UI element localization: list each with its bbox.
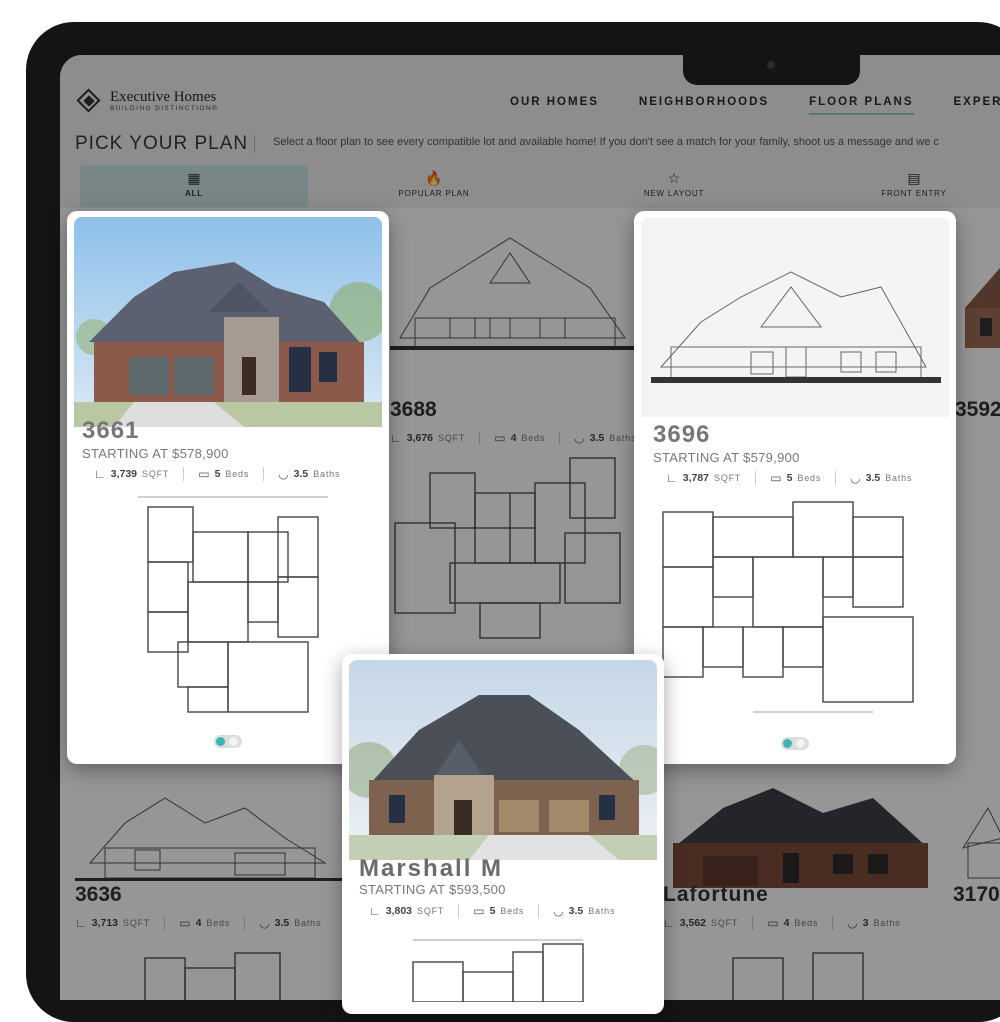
starting-price: STARTING AT $578,900 [82,446,229,461]
featured-card-3661[interactable]: 3661 STARTING AT $578,900 ∟3,739SQFT ▭5B… [67,211,389,764]
sqft-value: 3,803 [386,905,412,917]
plan-name: Marshall M [359,855,503,883]
plan-stats: ∟ 3,739 SQFT ▭ 5 Beds ◡ 3.5 Baths [94,467,340,481]
bath-icon: ◡ [553,904,563,918]
card-inner: 3661 STARTING AT $578,900 ∟3,739SQFT ▭5B… [74,217,382,754]
baths-value: 3.5 [294,468,309,480]
ruler-icon: ∟ [666,471,678,485]
baths-value: 3.5 [866,472,881,484]
sqft-unit: SQFT [714,473,741,483]
floor-plan-drawing [78,492,378,717]
sqft-unit: SQFT [142,469,169,479]
sqft-unit: SQFT [417,906,444,916]
house-sketch [641,217,949,417]
beds-unit: Beds [500,906,524,916]
bed-icon: ▭ [198,467,209,481]
card-inner: 3696 STARTING AT $579,900 ∟3,787SQFT ▭5B… [641,217,949,754]
sqft-value: 3,787 [683,472,709,484]
house-rendering [74,217,382,427]
ruler-icon: ∟ [369,904,381,918]
bath-icon: ◡ [850,471,860,485]
starting-price: STARTING AT $579,900 [653,450,800,465]
plan-name: 3696 [653,421,710,449]
plan-name: 3661 [82,417,139,445]
beds-value: 5 [215,468,221,480]
floor-plan-drawing [643,497,943,717]
camera-notch [683,55,860,85]
floor-plan-drawing [353,932,653,1002]
featured-card-3696[interactable]: 3696 STARTING AT $579,900 ∟3,787SQFT ▭5B… [634,211,956,764]
ruler-icon: ∟ [94,467,106,481]
house-rendering [349,660,657,860]
bed-icon: ▭ [473,904,484,918]
beds-value: 5 [787,472,793,484]
baths-unit: Baths [885,473,912,483]
plan-stats: ∟ 3,803 SQFT ▭ 5 Beds ◡ 3.5 Baths [369,904,615,918]
beds-unit: Beds [797,473,821,483]
featured-card-marshall-m[interactable]: Marshall M STARTING AT $593,500 ∟ 3,803 SQ… [342,654,664,1014]
baths-unit: Baths [313,469,340,479]
bath-icon: ◡ [278,467,288,481]
camera-icon [767,61,775,69]
sqft-value: 3,739 [111,468,137,480]
starting-price: STARTING AT $593,500 [359,882,506,897]
image-toggle[interactable] [781,737,809,750]
card-inner: Marshall M STARTING AT $593,500 ∟ 3,803 SQ… [349,660,657,1014]
bed-icon: ▭ [770,471,781,485]
baths-value: 3.5 [569,905,584,917]
image-toggle[interactable] [214,735,242,748]
beds-unit: Beds [225,469,249,479]
baths-unit: Baths [588,906,615,916]
beds-value: 5 [490,905,496,917]
plan-stats: ∟ 3,787 SQFT ▭ 5 Beds ◡ 3.5 Baths [666,471,912,485]
